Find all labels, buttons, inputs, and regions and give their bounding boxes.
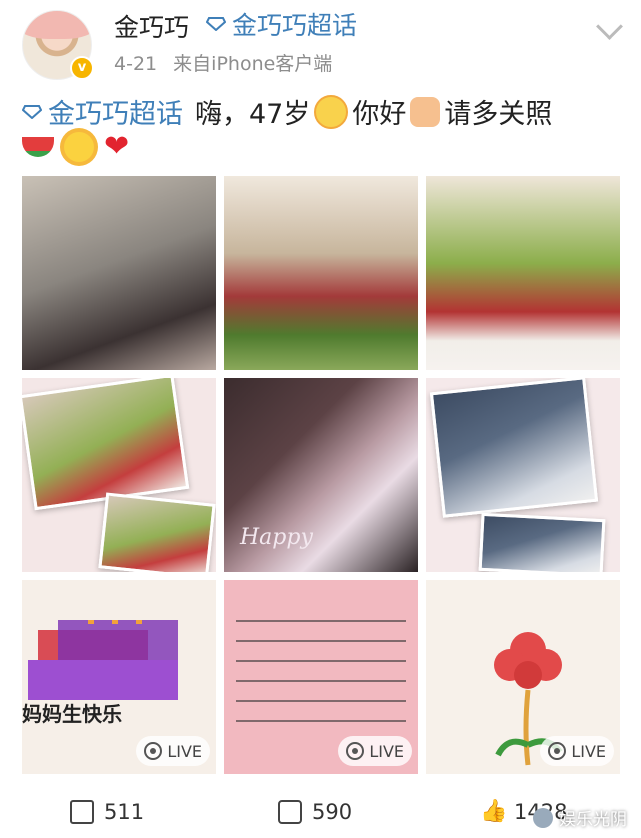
photo-9[interactable]: LIVE [426,580,620,774]
photo-5[interactable]: Happy [224,378,418,572]
username[interactable]: 金巧巧 [114,8,189,44]
party-emoji-icon [314,94,349,129]
watermark-text: 娱乐光阴 [559,810,627,830]
post-text-part3: 请多关照 [444,99,553,130]
post-text-part2: 你好 [352,99,407,130]
share-icon [70,800,94,824]
photo-8[interactable]: LIVE [224,580,418,774]
live-badge[interactable]: LIVE [136,736,210,766]
topic-chip-label: 金巧巧超话 [232,11,358,40]
cake-drawing [28,620,178,700]
post-source: 来自iPhone客户端 [173,53,333,75]
collage-photo-c [429,378,599,518]
watermelon-emoji-icon [22,137,54,157]
emoji-row: ❤ [22,132,134,162]
photo-caption: Happy [240,525,313,550]
share-count: 511 [104,800,145,824]
post-topic-label: 金巧巧超话 [48,99,183,130]
photo-4[interactable] [22,378,216,572]
post-time: 4-21 [114,53,158,75]
sun-emoji-icon [64,132,94,162]
live-icon [144,742,163,760]
post-meta: 4-21 来自iPhone客户端 [114,49,332,76]
photo-grid: Happy 妈妈生快乐 LIVE LIVE LIVE [22,176,620,776]
photo-1[interactable] [22,176,216,370]
photo-2[interactable] [224,176,418,370]
thumbs-up-icon: 👍 [480,799,508,824]
comment-count: 590 [312,800,353,824]
live-icon [346,742,365,760]
photo-7[interactable]: 妈妈生快乐 LIVE [22,580,216,774]
comment-button[interactable]: 590 [278,800,352,824]
collage-photo-a [22,378,190,511]
watermark: 娱乐光阴 [533,805,627,830]
wechat-icon [533,807,553,828]
live-badge[interactable]: LIVE [540,736,614,766]
photo-3[interactable] [426,176,620,370]
live-badge[interactable]: LIVE [338,736,412,766]
post-header: v 金巧巧 金巧巧超话 4-21 来自iPhone客户端 [0,0,641,88]
post-text-part1: 嗨，47岁 [195,99,311,130]
live-icon [548,742,567,760]
post-text: 金巧巧超话 嗨，47岁 你好 请多关照 [22,92,552,131]
avatar-hat [23,11,91,39]
diamond-icon [206,17,226,31]
live-label: LIVE [167,741,202,761]
collage-photo-d [478,512,606,572]
photo-6[interactable] [426,378,620,572]
live-label: LIVE [571,741,606,761]
live-label: LIVE [369,741,404,761]
drawing-text: 妈妈生快乐 [22,702,122,726]
music-staff [236,620,406,740]
heart-emoji-icon: ❤ [104,129,130,164]
verified-badge-icon: v [70,56,94,80]
topic-chip[interactable]: 金巧巧超话 [206,6,357,42]
comment-icon [278,800,302,824]
collage-photo-b [98,492,216,572]
handshake-emoji-icon [410,96,441,127]
chevron-down-icon[interactable] [596,13,623,40]
diamond-icon [22,104,42,119]
share-button[interactable]: 511 [70,800,144,824]
post-topic-link[interactable]: 金巧巧超话 [22,92,183,131]
